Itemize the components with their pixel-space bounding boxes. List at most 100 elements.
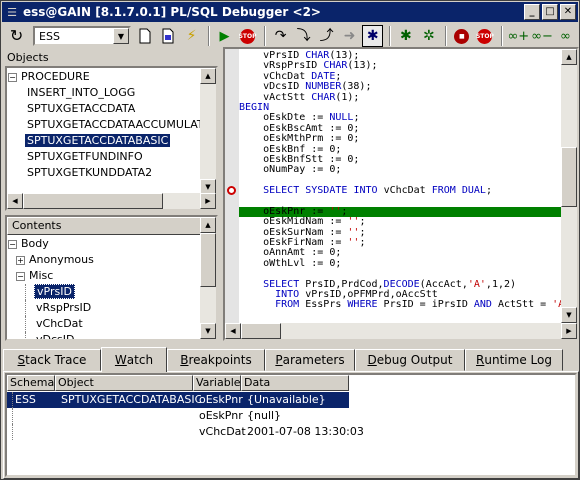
objects-vscroll[interactable]: ▲ ▼ (200, 68, 216, 195)
refresh-icon[interactable]: ↻ (6, 25, 27, 47)
code-line[interactable]: SELECT SYSDATE INTO vChcDat FROM DUAL; (239, 185, 564, 196)
scroll-left-icon[interactable]: ◀ (7, 193, 23, 209)
code-line[interactable]: vActStt CHAR(1); (239, 92, 564, 103)
scroll-thumb[interactable] (241, 323, 281, 339)
tree-item[interactable]: SPTUXGETACCDATABASIC (7, 133, 202, 149)
column-header-variable[interactable]: Variable (193, 375, 241, 391)
tab-mnemonic: P (275, 353, 283, 367)
clear-breakpoints-icon[interactable]: ✲ (418, 25, 439, 47)
scroll-thumb[interactable] (200, 233, 216, 287)
scroll-down-icon[interactable]: ▼ (200, 323, 216, 339)
watch-edit-icon[interactable]: ∞ (555, 25, 576, 47)
toggle-breakpoint-icon[interactable]: ✱ (395, 25, 416, 47)
toolbar-separator (389, 26, 392, 46)
code-hscroll[interactable]: ◀ ▶ (225, 323, 577, 339)
tab-label: untime Log (484, 353, 552, 367)
breakpoint-gutter[interactable] (225, 49, 239, 339)
contents-header[interactable]: Contents (7, 217, 204, 235)
chevron-down-icon[interactable]: ▼ (112, 28, 129, 44)
table-cell-variable: oEskPnr (199, 393, 243, 406)
tree-item[interactable]: vDcsID (7, 332, 202, 339)
scroll-up-icon[interactable]: ▲ (200, 68, 216, 84)
breakpoint-marker-icon[interactable] (227, 186, 236, 196)
breakpoint-icon[interactable]: ✱ (362, 25, 384, 47)
step-into-icon[interactable]: ⤵ (293, 25, 314, 47)
step-over-icon[interactable]: ↷ (270, 25, 291, 47)
scroll-left-icon[interactable]: ◀ (225, 323, 241, 339)
scroll-right-icon[interactable]: ▶ (200, 193, 216, 209)
collapse-icon[interactable]: − (8, 239, 17, 249)
tree-item[interactable]: SPTUXGETFUNDINFO (7, 149, 202, 165)
scroll-up-icon[interactable]: ▲ (561, 49, 577, 65)
tab-watch[interactable]: Watch (101, 347, 167, 372)
tab-debug-output[interactable]: Debug Output (355, 349, 465, 371)
objects-tree[interactable]: − PROCEDURE INSERT_INTO_LOGG SPTUXGETACCDAT… (5, 66, 218, 211)
abort-icon[interactable]: STOP (474, 25, 495, 47)
code-line[interactable]: oWthLvl := 0; (239, 258, 564, 269)
tree-item[interactable]: vPrsID (7, 284, 202, 300)
tree-item[interactable]: vChcDat (7, 316, 202, 332)
tree-connector (12, 424, 13, 440)
tree-item[interactable]: vRspPrsID (7, 300, 202, 316)
schema-select-value: ESS (39, 29, 60, 43)
minimize-button[interactable]: _ (524, 4, 540, 20)
tree-item[interactable]: − PROCEDURE (7, 69, 202, 85)
run-to-cursor-icon[interactable]: ➜ (339, 25, 360, 47)
compile-icon[interactable]: ⚡ (181, 25, 202, 47)
scroll-down-icon[interactable]: ▼ (561, 307, 577, 323)
code-line[interactable]: oNumPay := 0; (239, 165, 564, 175)
tree-item[interactable]: − Misc (7, 268, 202, 284)
run-icon[interactable]: ▶ (214, 25, 235, 47)
tree-item[interactable]: INSERT_INTO_LOGG (7, 85, 202, 101)
tab-runtime-log[interactable]: Runtime Log (465, 349, 563, 371)
table-cell-schema: ESS (15, 393, 36, 406)
tree-item[interactable]: SPTUXGETKUNDDATA2 (7, 165, 202, 181)
expand-icon[interactable]: + (16, 255, 25, 265)
watch-remove-icon[interactable]: ∞− (531, 25, 553, 47)
objects-hscroll[interactable]: ◀ ▶ (7, 193, 216, 209)
code-editor[interactable]: vPrsID CHAR(13); vRspPrsID CHAR(13); vCh… (223, 47, 579, 341)
tree-item-label: SPTUXGETACCDATA (27, 102, 136, 115)
tab-breakpoints[interactable]: Breakpoints (167, 349, 265, 371)
contents-vscroll[interactable]: ▲ ▼ (200, 217, 216, 339)
table-row[interactable]: vChcDat 2001-07-08 13:30:03 (7, 424, 407, 440)
new-document-icon[interactable] (135, 25, 156, 47)
contents-tree[interactable]: Contents − Body + Anonymous − Misc vPrsID vRspP… (5, 215, 218, 341)
column-header-object[interactable]: Object (55, 375, 193, 391)
step-out-icon[interactable]: ⤴ (316, 25, 337, 47)
tab-label: atch (126, 353, 154, 367)
maximize-button[interactable]: □ (542, 4, 558, 20)
tab-stack-trace[interactable]: Stack Trace (3, 349, 101, 371)
debugger-window: ☰ ess@GAIN [8.1.7.0.1] PL/SQL Debugger <… (0, 0, 580, 480)
column-header-schema[interactable]: Schema (7, 375, 55, 391)
toolbar-separator (501, 26, 504, 46)
tab-parameters[interactable]: Parameters (265, 349, 355, 371)
table-cell-object (61, 408, 201, 424)
table-row[interactable]: ESS SPTUXGETACCDATABASIC oEskPnr {Unavailab… (7, 392, 349, 408)
scroll-right-icon[interactable]: ▶ (561, 323, 577, 339)
collapse-icon[interactable]: − (16, 271, 25, 281)
scroll-thumb[interactable] (23, 193, 163, 209)
scroll-up-icon[interactable]: ▲ (200, 217, 216, 233)
watch-add-icon[interactable]: ∞+ (507, 25, 529, 47)
code-vscroll[interactable]: ▲ ▼ (561, 49, 577, 323)
stop-icon[interactable]: STOP (237, 25, 258, 47)
code-line[interactable]: FROM EssPrs WHERE PrsID = iPrsID AND Act… (239, 300, 576, 310)
close-button[interactable]: ✕ (560, 4, 576, 20)
column-header-data[interactable]: Data (241, 375, 349, 391)
open-icon[interactable] (158, 25, 179, 47)
title-bar[interactable]: ☰ ess@GAIN [8.1.7.0.1] PL/SQL Debugger <… (2, 2, 578, 22)
tree-item[interactable]: SPTUXGETACCDATA (7, 101, 202, 117)
tree-item[interactable]: + Anonymous (7, 252, 202, 268)
watch-table[interactable]: Schema Object Variable Data ESS SPTUXGETA… (5, 373, 577, 477)
tree-item-label: vRspPrsID (36, 301, 92, 314)
window-title: ess@GAIN [8.1.7.0.1] PL/SQL Debugger <2> (23, 5, 321, 19)
stop-debug-icon[interactable]: ■ (451, 25, 472, 47)
table-row[interactable]: oEskPnr {null} (7, 408, 407, 424)
table-cell-data: 2001-07-08 13:30:03 (247, 425, 364, 438)
schema-select[interactable]: ESS ▼ (33, 26, 131, 46)
tree-item[interactable]: SPTUXGETACCDATAACCUMULATORS (7, 117, 216, 133)
scroll-thumb[interactable] (561, 147, 577, 207)
collapse-icon[interactable]: − (8, 72, 17, 82)
tree-item[interactable]: − Body (7, 236, 202, 252)
